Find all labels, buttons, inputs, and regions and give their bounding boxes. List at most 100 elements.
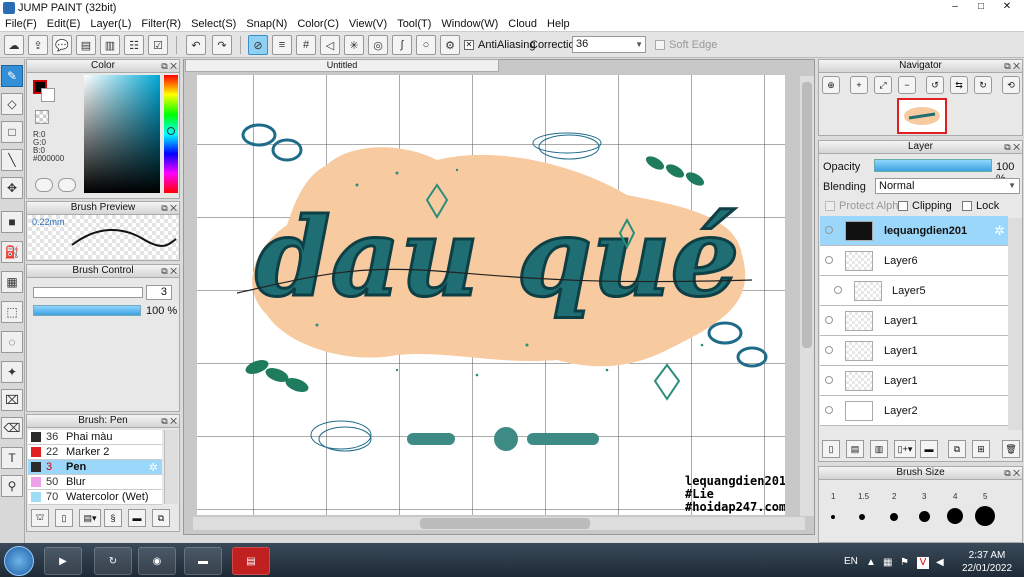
document-tab[interactable]: Untitled: [185, 59, 499, 72]
brush-item[interactable]: 22 Marker 2: [28, 445, 162, 460]
brush-size-dot[interactable]: [975, 506, 995, 526]
layer-opacity-slider[interactable]: [874, 159, 992, 172]
pen-tool-icon[interactable]: ✎: [1, 65, 23, 87]
background-color-swatch[interactable]: [41, 88, 55, 102]
perspective-snap-icon[interactable]: ◁: [320, 35, 340, 55]
menu-edit[interactable]: Edit(E): [42, 18, 86, 30]
clipping-checkbox[interactable]: [898, 201, 908, 211]
canvas-vertical-scroll-thumb[interactable]: [802, 82, 812, 348]
panel-close-icon[interactable]: ⧉ ✕: [161, 415, 177, 427]
radial-snap-icon[interactable]: ✳: [344, 35, 364, 55]
eyedropper-tool-icon[interactable]: ⚲: [1, 475, 23, 497]
panel-close-icon[interactable]: ⧉ ✕: [161, 202, 177, 214]
zoom-fit-icon[interactable]: ⊕: [822, 76, 840, 94]
minimize-button[interactable]: –: [942, 0, 968, 14]
menu-snap[interactable]: Snap(N): [241, 18, 292, 30]
zoom-in-icon[interactable]: +: [850, 76, 868, 94]
note-icon[interactable]: ▤: [76, 35, 96, 55]
share-icon[interactable]: ⇪: [28, 35, 48, 55]
correction-select[interactable]: 36 ▼: [572, 36, 646, 53]
eye-icon[interactable]: [825, 256, 833, 264]
hue-slider-handle[interactable]: [167, 127, 175, 135]
zoom-actual-icon[interactable]: ⤢: [874, 76, 892, 94]
brush-size-dot[interactable]: [859, 514, 865, 520]
start-button[interactable]: [4, 546, 34, 576]
menu-file[interactable]: File(F): [0, 18, 42, 30]
select-pen-icon[interactable]: ⌧: [1, 389, 23, 411]
new-halftone-layer-icon[interactable]: ▤: [846, 440, 864, 458]
menu-cloud[interactable]: Cloud: [503, 18, 542, 30]
brush-size-slider[interactable]: [33, 287, 143, 298]
brush-item[interactable]: 36 Phai màu: [28, 430, 162, 445]
menu-layer[interactable]: Layer(L): [85, 18, 136, 30]
transparent-color-swatch[interactable]: [35, 110, 49, 124]
layer-row[interactable]: Layer6: [820, 246, 1008, 276]
brush-settings-icon[interactable]: §: [104, 509, 122, 527]
menu-window[interactable]: Window(W): [436, 18, 503, 30]
rotate-left-icon[interactable]: ↺: [926, 76, 944, 94]
clock[interactable]: 2:37 AM 22/01/2022: [962, 549, 1012, 575]
panel-close-icon[interactable]: ⧉ ✕: [161, 265, 177, 277]
chrome-icon[interactable]: ◉: [138, 547, 176, 575]
media-player-icon[interactable]: ▶: [44, 547, 82, 575]
snap-settings-icon[interactable]: ⚙: [440, 35, 460, 55]
eye-icon[interactable]: [825, 226, 833, 234]
brush-size-dot[interactable]: [947, 508, 963, 524]
layer-row[interactable]: Layer1: [820, 366, 1008, 396]
eye-icon[interactable]: [834, 286, 842, 294]
layer-row[interactable]: Layer1: [820, 336, 1008, 366]
brush-folder-icon[interactable]: ▬: [128, 509, 146, 527]
circle-snap-icon[interactable]: ○: [416, 35, 436, 55]
lasso-select-icon[interactable]: ◌: [1, 331, 23, 353]
brush-list-scrollbar[interactable]: [164, 430, 178, 504]
eye-icon[interactable]: [825, 406, 833, 414]
jump-paint-taskbar-icon[interactable]: ▤: [232, 547, 270, 575]
brush-size-dot[interactable]: [919, 511, 930, 522]
new-layer-icon[interactable]: ▯: [822, 440, 840, 458]
add-layer-menu-icon[interactable]: ▯+▾: [894, 440, 916, 458]
close-button[interactable]: ✕: [994, 0, 1020, 14]
saturation-value-picker[interactable]: [84, 75, 160, 193]
eye-icon[interactable]: [825, 376, 833, 384]
canvas-horizontal-scroll-thumb[interactable]: [420, 518, 590, 529]
brush-item-selected[interactable]: 3 Pen ✲: [28, 460, 162, 475]
language-indicator[interactable]: EN: [844, 556, 858, 567]
undo-icon[interactable]: ↶: [186, 35, 206, 55]
menu-select[interactable]: Select(S): [186, 18, 241, 30]
brush-size-input[interactable]: 3: [146, 285, 172, 300]
line-tool-icon[interactable]: ╲: [1, 149, 23, 171]
redo-icon[interactable]: ↷: [212, 35, 232, 55]
flip-icon[interactable]: ⇆: [950, 76, 968, 94]
maximize-button[interactable]: □: [968, 0, 994, 14]
navigator-thumbnail[interactable]: [897, 98, 947, 134]
rotate-right-icon[interactable]: ↻: [974, 76, 992, 94]
lock-checkbox[interactable]: [962, 201, 972, 211]
merge-layer-icon[interactable]: ⊞: [972, 440, 990, 458]
antialiasing-checkbox[interactable]: ✕: [464, 40, 474, 50]
magic-wand-icon[interactable]: ✦: [1, 361, 23, 383]
protect-alpha-checkbox[interactable]: [825, 201, 835, 211]
brush-copy-icon[interactable]: ⧉: [152, 509, 170, 527]
parallel-snap-icon[interactable]: ≡: [272, 35, 292, 55]
refresh-app-icon[interactable]: ↻: [94, 547, 132, 575]
layer-folder-icon[interactable]: ▬: [920, 440, 938, 458]
menu-tool[interactable]: Tool(T): [392, 18, 436, 30]
color-palette-icon[interactable]: [58, 178, 76, 192]
comment-icon[interactable]: 💬: [52, 35, 72, 55]
app-tray-icon[interactable]: V: [917, 557, 929, 569]
fill-rect-tool-icon[interactable]: ■: [1, 211, 23, 233]
eye-icon[interactable]: [825, 346, 833, 354]
panel-close-icon[interactable]: ⧉ ✕: [1004, 60, 1020, 72]
show-hidden-icons-icon[interactable]: ▲: [866, 557, 878, 569]
menu-help[interactable]: Help: [542, 18, 575, 30]
panel-close-icon[interactable]: ⧉ ✕: [1004, 467, 1020, 479]
menu-filter[interactable]: Filter(R): [136, 18, 186, 30]
zoom-out-icon[interactable]: −: [898, 76, 916, 94]
layer-row[interactable]: Layer2: [820, 396, 1008, 426]
text-tool-icon[interactable]: T: [1, 447, 23, 469]
brush-size-dot[interactable]: [831, 515, 835, 519]
gradient-tool-icon[interactable]: ▦: [1, 271, 23, 293]
brush-opacity-slider[interactable]: [33, 305, 141, 316]
curve-snap-icon[interactable]: ∫: [392, 35, 412, 55]
network-icon[interactable]: ▦: [883, 557, 895, 569]
